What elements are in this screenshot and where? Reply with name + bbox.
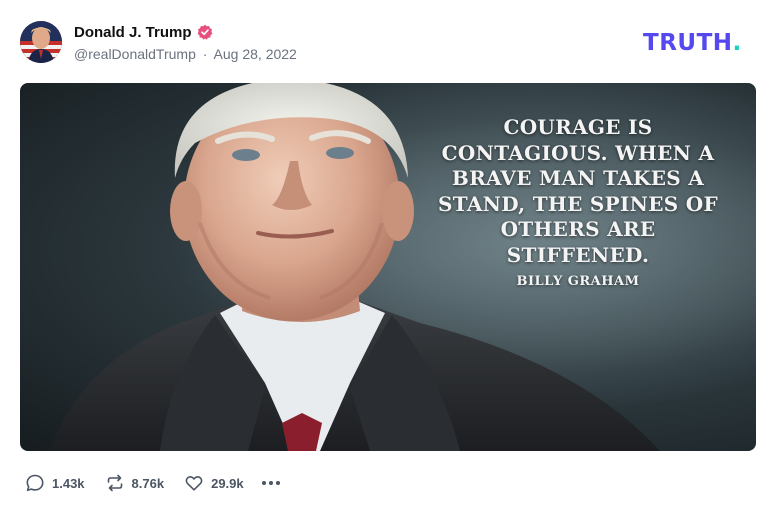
retruth-icon — [105, 473, 125, 493]
quote-attribution: Billy Graham — [516, 274, 640, 289]
brand-period: . — [732, 30, 742, 56]
reply-button[interactable]: 1.43k — [25, 473, 85, 493]
post-date[interactable]: Aug 28, 2022 — [214, 46, 297, 62]
like-button[interactable]: 29.9k — [184, 473, 244, 493]
avatar-image — [20, 21, 62, 63]
author-handle[interactable]: @realDonaldTrump — [74, 46, 196, 62]
verified-badge-icon — [197, 24, 213, 40]
author-meta: @realDonaldTrump · Aug 28, 2022 — [74, 46, 297, 62]
author-name-row: Donald J. Trump — [74, 22, 213, 42]
more-options-button[interactable] — [260, 472, 282, 494]
quote-line: brave man takes a — [451, 166, 705, 190]
like-count: 29.9k — [211, 475, 244, 491]
quote-line: stiffened. — [506, 242, 650, 267]
quote-line: contagious. When a — [441, 140, 715, 165]
quote-line: Courage is — [503, 115, 653, 139]
truth-social-logo[interactable]: TRUTH. — [643, 28, 742, 58]
quote-line: stand, the spines of — [438, 191, 718, 216]
post-actions: 1.43k 8.76k 29.9k — [25, 472, 282, 494]
meta-separator: · — [202, 46, 208, 62]
author-avatar[interactable] — [20, 21, 62, 63]
reply-count: 1.43k — [52, 475, 85, 491]
more-dots-icon — [260, 472, 282, 494]
heart-icon — [184, 473, 204, 493]
reply-icon — [25, 473, 45, 493]
post-image[interactable]: Courage is contagious. When a brave man … — [20, 83, 756, 451]
quote-text: Courage is contagious. When a brave man … — [428, 115, 728, 268]
truth-post: Donald J. Trump @realDonaldTrump · Aug 2… — [0, 0, 777, 513]
quote-line: others are — [500, 217, 656, 241]
retruth-count: 8.76k — [131, 475, 165, 491]
author-name[interactable]: Donald J. Trump — [74, 24, 192, 41]
retruth-button[interactable]: 8.76k — [105, 473, 165, 493]
brand-wordmark: TRUTH — [643, 30, 733, 56]
